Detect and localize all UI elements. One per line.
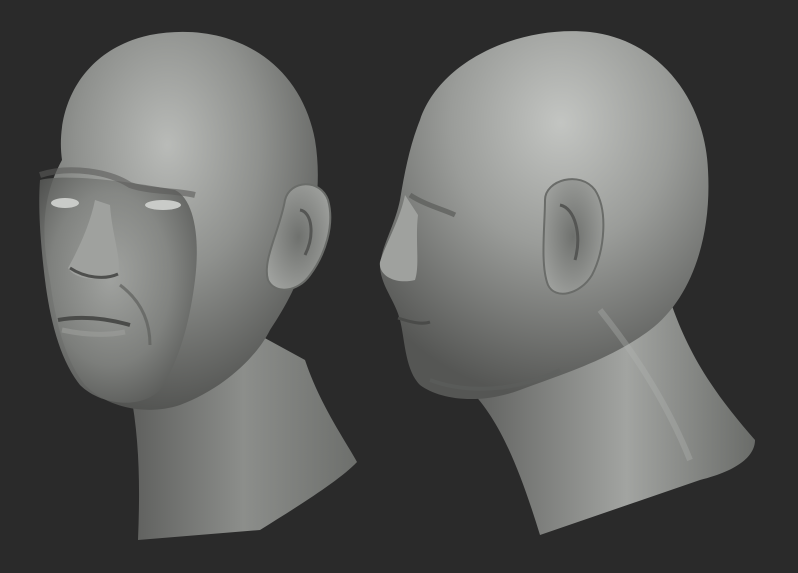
eye-right-left-view xyxy=(51,198,79,208)
eye-left-left-view xyxy=(145,200,181,210)
sculpt-render xyxy=(0,0,798,573)
render-viewport xyxy=(0,0,798,573)
